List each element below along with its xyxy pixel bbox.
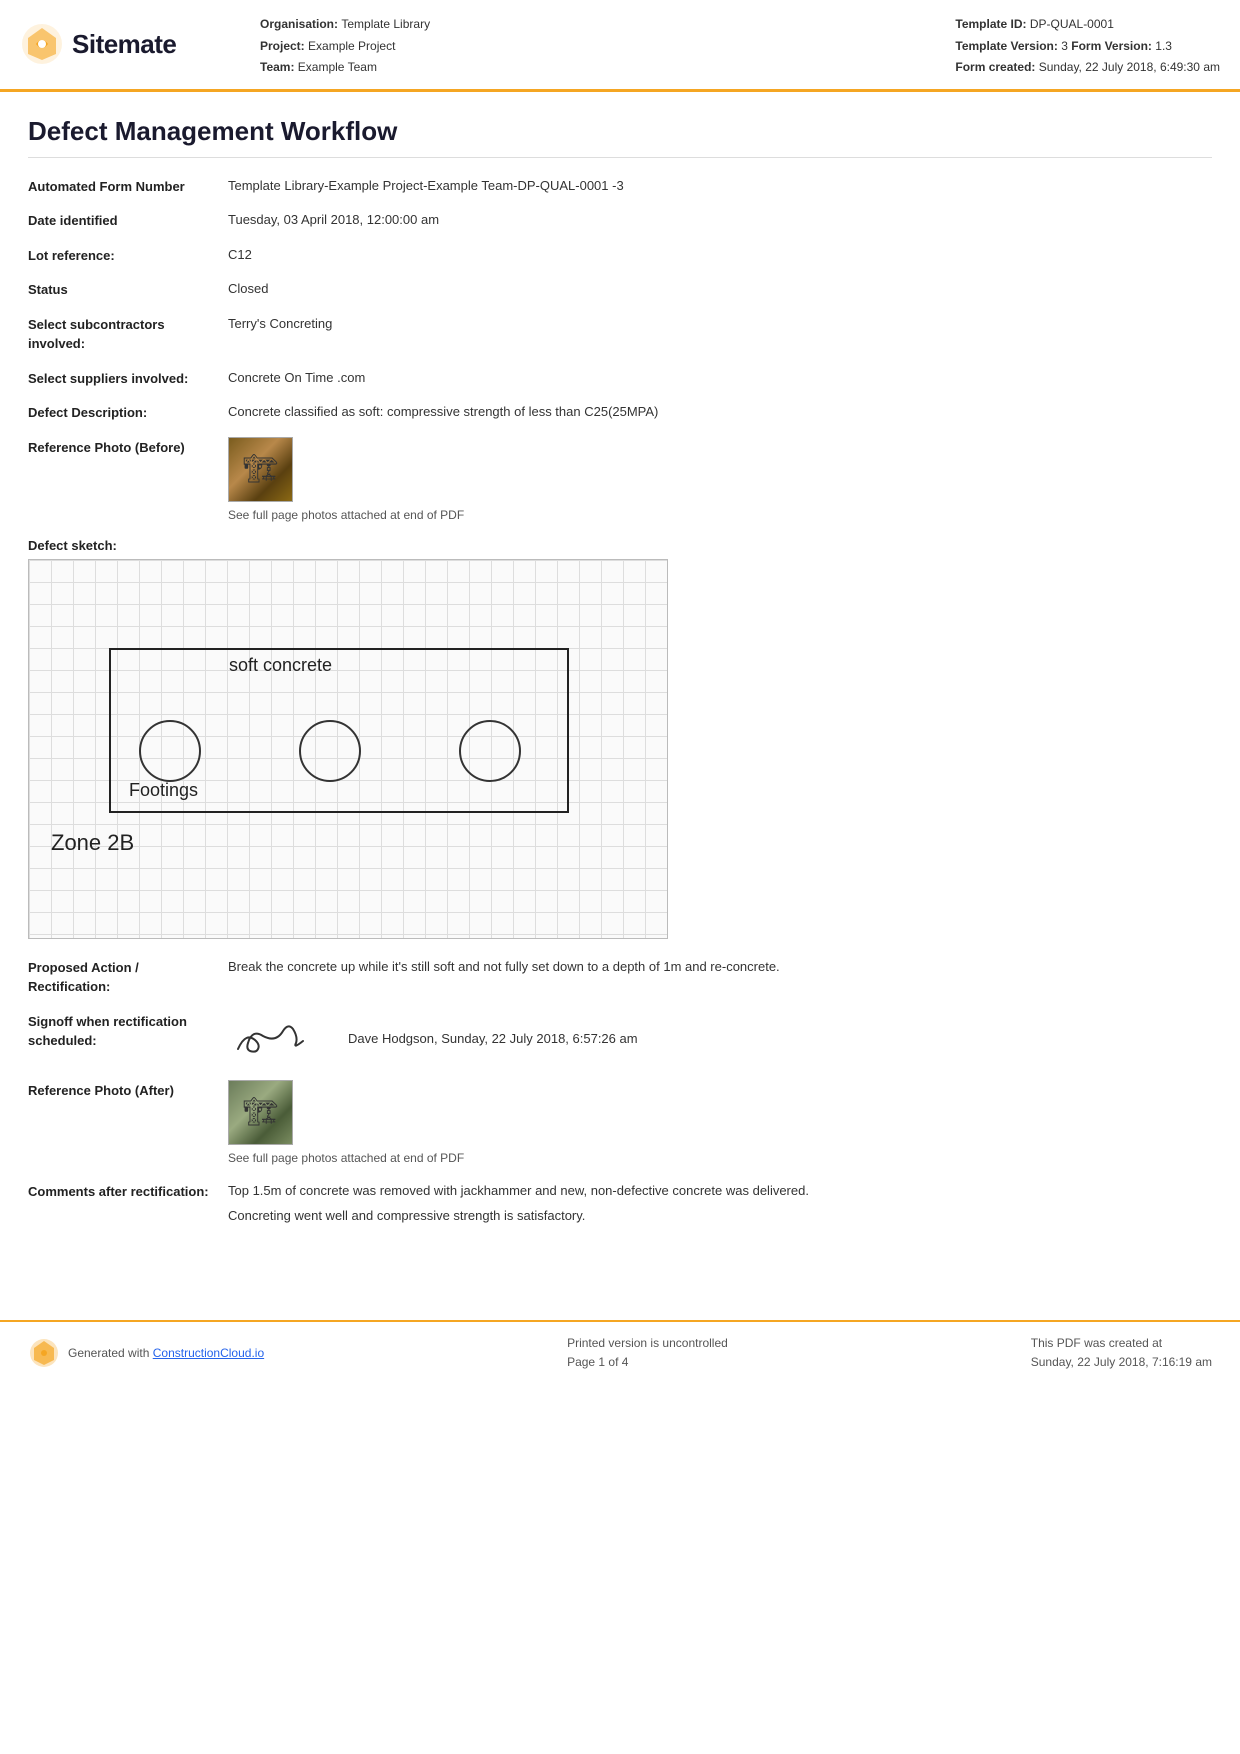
select-subcontractors-label: Select subcontractors involved: xyxy=(28,314,228,354)
signature-area: Dave Hodgson, Sunday, 22 July 2018, 6:57… xyxy=(228,1011,1212,1066)
defect-description-label: Defect Description: xyxy=(28,402,228,423)
comments-value-2: Concreting went well and compressive str… xyxy=(228,1206,1212,1226)
automated-form-number-label: Automated Form Number xyxy=(28,176,228,197)
sketch-soft-concrete-label: soft concrete xyxy=(229,655,332,676)
sitemate-logo-icon xyxy=(20,22,64,66)
proposed-action-value: Break the concrete up while it's still s… xyxy=(228,957,1212,977)
status-value: Closed xyxy=(228,279,1212,299)
template-version-value: 3 xyxy=(1061,39,1068,53)
footer-generated-text: Generated with ConstructionCloud.io xyxy=(68,1346,264,1360)
defect-sketch-box: soft concrete Footings Zone 2B xyxy=(28,559,668,939)
footer-logo-icon xyxy=(28,1337,60,1369)
field-date-identified: Date identified Tuesday, 03 April 2018, … xyxy=(28,210,1212,231)
footer-center-line1: Printed version is uncontrolled xyxy=(567,1334,728,1353)
select-suppliers-label: Select suppliers involved: xyxy=(28,368,228,389)
sketch-circle-2 xyxy=(299,720,361,782)
footer: Generated with ConstructionCloud.io Prin… xyxy=(0,1320,1240,1384)
reference-photo-after-thumbnail xyxy=(228,1080,293,1145)
reference-photo-after-area: See full page photos attached at end of … xyxy=(228,1080,1212,1167)
form-version-label: Form Version: xyxy=(1071,39,1152,53)
date-identified-label: Date identified xyxy=(28,210,228,231)
field-select-subcontractors: Select subcontractors involved: Terry's … xyxy=(28,314,1212,354)
field-defect-description: Defect Description: Concrete classified … xyxy=(28,402,1212,423)
sketch-zone-label: Zone 2B xyxy=(51,830,134,856)
construction-cloud-link[interactable]: ConstructionCloud.io xyxy=(153,1346,264,1360)
form-created-value: Sunday, 22 July 2018, 6:49:30 am xyxy=(1039,60,1220,74)
form-created-label: Form created: xyxy=(955,60,1035,74)
project-value: Example Project xyxy=(308,39,395,53)
field-reference-photo-after: Reference Photo (After) See full page ph… xyxy=(28,1080,1212,1167)
select-subcontractors-value: Terry's Concreting xyxy=(228,314,1212,334)
reference-photo-before-area: See full page photos attached at end of … xyxy=(228,437,1212,524)
select-suppliers-value: Concrete On Time .com xyxy=(228,368,1212,388)
signature-svg xyxy=(228,1011,318,1066)
footer-right: This PDF was created at Sunday, 22 July … xyxy=(1031,1334,1212,1372)
sketch-circle-3 xyxy=(459,720,521,782)
logo-text: Sitemate xyxy=(72,29,176,60)
form-version-value: 1.3 xyxy=(1155,39,1172,53)
sketch-circle-1 xyxy=(139,720,201,782)
sketch-content: soft concrete Footings Zone 2B xyxy=(29,560,667,938)
footer-center: Printed version is uncontrolled Page 1 o… xyxy=(567,1334,728,1372)
field-proposed-action: Proposed Action / Rectification: Break t… xyxy=(28,957,1212,997)
signoff-label: Signoff when rectification scheduled: xyxy=(28,1011,228,1051)
team-label: Team: xyxy=(260,60,294,74)
field-status: Status Closed xyxy=(28,279,1212,300)
defect-sketch-label: Defect sketch: xyxy=(28,538,1212,553)
page-title: Defect Management Workflow xyxy=(28,116,1212,158)
signoff-area: Dave Hodgson, Sunday, 22 July 2018, 6:57… xyxy=(228,1011,1212,1066)
field-lot-reference: Lot reference: C12 xyxy=(28,245,1212,266)
lot-reference-value: C12 xyxy=(228,245,1212,265)
signature-image xyxy=(228,1011,318,1066)
footer-logo-area: Generated with ConstructionCloud.io xyxy=(28,1337,264,1369)
defect-sketch-section: Defect sketch: soft concrete Footings Zo… xyxy=(28,538,1212,939)
logo-area: Sitemate xyxy=(20,10,220,79)
sketch-footings-label: Footings xyxy=(129,780,198,801)
main-content: Defect Management Workflow Automated For… xyxy=(0,92,1240,1280)
header-meta-right: Template ID: DP-QUAL-0001 Template Versi… xyxy=(955,14,1220,79)
header-metadata: Organisation: Template Library Project: … xyxy=(220,10,1220,79)
comments-value-1: Top 1.5m of concrete was removed with ja… xyxy=(228,1181,1212,1201)
reference-photo-before-label: Reference Photo (Before) xyxy=(28,437,228,458)
automated-form-number-value: Template Library-Example Project-Example… xyxy=(228,176,1212,196)
header: Sitemate Organisation: Template Library … xyxy=(0,0,1240,92)
template-id-value: DP-QUAL-0001 xyxy=(1030,17,1114,31)
team-value: Example Team xyxy=(298,60,377,74)
reference-photo-before-caption: See full page photos attached at end of … xyxy=(228,506,1212,524)
template-version-label: Template Version: xyxy=(955,39,1057,53)
defect-description-value: Concrete classified as soft: compressive… xyxy=(228,402,1212,422)
header-meta-left: Organisation: Template Library Project: … xyxy=(260,14,430,79)
footer-center-line2: Page 1 of 4 xyxy=(567,1353,728,1372)
date-identified-value: Tuesday, 03 April 2018, 12:00:00 am xyxy=(228,210,1212,230)
comments-label: Comments after rectification: xyxy=(28,1181,228,1202)
org-label: Organisation: xyxy=(260,17,338,31)
project-label: Project: xyxy=(260,39,305,53)
status-label: Status xyxy=(28,279,228,300)
field-select-suppliers: Select suppliers involved: Concrete On T… xyxy=(28,368,1212,389)
footer-right-line2: Sunday, 22 July 2018, 7:16:19 am xyxy=(1031,1353,1212,1372)
lot-reference-label: Lot reference: xyxy=(28,245,228,266)
signoff-person: Dave Hodgson, Sunday, 22 July 2018, 6:57… xyxy=(348,1029,638,1049)
field-reference-photo-before: Reference Photo (Before) See full page p… xyxy=(28,437,1212,524)
field-comments: Comments after rectification: Top 1.5m o… xyxy=(28,1181,1212,1226)
generated-text: Generated with xyxy=(68,1346,149,1360)
comments-area: Top 1.5m of concrete was removed with ja… xyxy=(228,1181,1212,1226)
proposed-action-label: Proposed Action / Rectification: xyxy=(28,957,228,997)
reference-photo-after-label: Reference Photo (After) xyxy=(28,1080,228,1101)
field-automated-form-number: Automated Form Number Template Library-E… xyxy=(28,176,1212,197)
field-signoff: Signoff when rectification scheduled: Da… xyxy=(28,1011,1212,1066)
template-id-label: Template ID: xyxy=(955,17,1026,31)
footer-right-line1: This PDF was created at xyxy=(1031,1334,1212,1353)
reference-photo-before-thumbnail xyxy=(228,437,293,502)
org-value: Template Library xyxy=(341,17,430,31)
reference-photo-after-caption: See full page photos attached at end of … xyxy=(228,1149,1212,1167)
